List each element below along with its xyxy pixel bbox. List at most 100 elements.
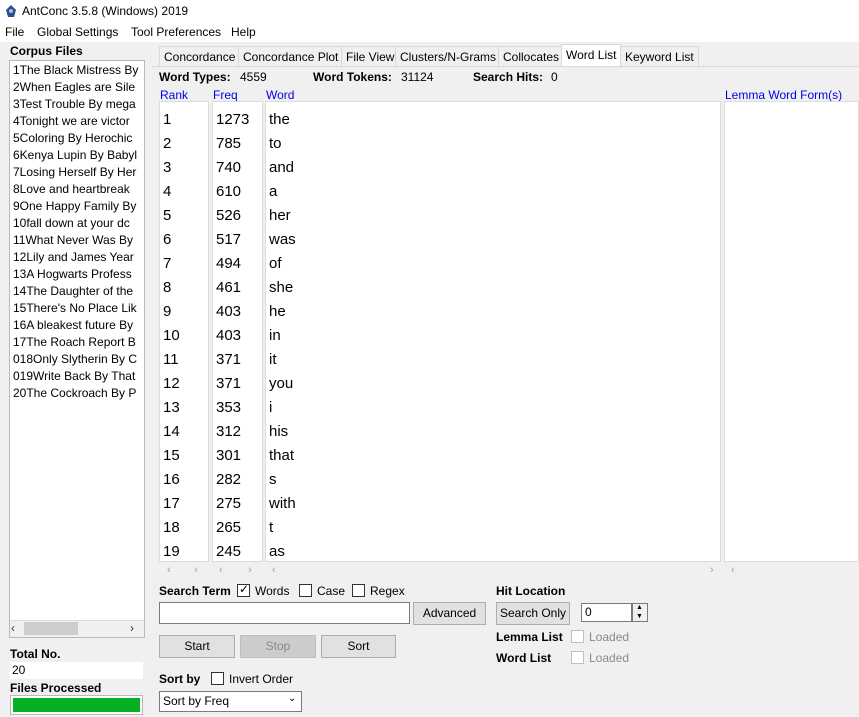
regex-checkbox[interactable]	[352, 584, 365, 597]
rank-cell[interactable]: 19	[163, 543, 180, 560]
list-item[interactable]: 16A bleakest future By	[13, 318, 141, 335]
rank-cell[interactable]: 17	[163, 495, 180, 512]
menu-file[interactable]: File	[5, 25, 24, 39]
freq-cell[interactable]: 353	[216, 399, 241, 416]
tab-word-list[interactable]: Word List	[561, 44, 622, 67]
column-header-freq[interactable]: Freq	[213, 88, 238, 102]
word-cell[interactable]: his	[269, 423, 288, 440]
word-cell[interactable]: she	[269, 279, 293, 296]
column-header-word[interactable]: Word	[266, 88, 294, 102]
lemma-loaded-checkbox[interactable]	[571, 630, 584, 643]
rank-cell[interactable]: 12	[163, 375, 180, 392]
word-cell[interactable]: he	[269, 303, 286, 320]
corpus-file-list[interactable]: 1The Black Mistress By 2When Eagles are …	[9, 60, 145, 638]
tab-file-view[interactable]: File View	[341, 46, 400, 67]
word-cell[interactable]: of	[269, 255, 282, 272]
freq-cell[interactable]: 371	[216, 375, 241, 392]
list-item[interactable]: 2When Eagles are Sile	[13, 80, 141, 97]
word-cell[interactable]: you	[269, 375, 293, 392]
rank-cell[interactable]: 15	[163, 447, 180, 464]
tab-collocates[interactable]: Collocates	[498, 46, 565, 67]
list-item[interactable]: 4Tonight we are victor	[13, 114, 141, 131]
invert-order-checkbox[interactable]	[211, 672, 224, 685]
word-cell[interactable]: the	[269, 111, 290, 128]
hit-location-spinner[interactable]: ▲ ▼	[632, 603, 648, 622]
menu-tool-preferences[interactable]: Tool Preferences	[131, 25, 221, 39]
rank-cell[interactable]: 7	[163, 255, 171, 272]
rank-cell[interactable]: 8	[163, 279, 171, 296]
rank-cell[interactable]: 18	[163, 519, 180, 536]
freq-cell[interactable]: 1273	[216, 111, 249, 128]
search-input[interactable]	[159, 602, 410, 624]
list-item[interactable]: 15There's No Place Lik	[13, 301, 141, 318]
list-item[interactable]: 13A Hogwarts Profess	[13, 267, 141, 284]
sort-by-select[interactable]: Sort by Freq	[159, 691, 302, 712]
freq-cell[interactable]: 275	[216, 495, 241, 512]
list-item[interactable]: 8Love and heartbreak	[13, 182, 141, 199]
freq-column[interactable]: 1273 785 740 610 526 517 494 461 403 403 371 371 353…	[212, 101, 263, 562]
word-cell[interactable]: her	[269, 207, 291, 224]
tab-concordance-plot[interactable]: Concordance Plot	[238, 46, 344, 67]
word-cell[interactable]: i	[269, 399, 272, 416]
sort-button[interactable]: Sort	[321, 635, 396, 658]
word-cell[interactable]: and	[269, 159, 294, 176]
rank-cell[interactable]: 5	[163, 207, 171, 224]
scroll-right-icon[interactable]: ›	[194, 564, 198, 576]
scroll-left-icon[interactable]: ‹	[11, 621, 15, 635]
list-item[interactable]: 12Lily and James Year	[13, 250, 141, 267]
word-cell[interactable]: to	[269, 135, 282, 152]
column-header-lemma[interactable]: Lemma Word Form(s)	[725, 88, 842, 102]
word-cell[interactable]: s	[269, 471, 277, 488]
case-checkbox[interactable]	[299, 584, 312, 597]
spin-down-icon[interactable]: ▼	[636, 613, 643, 620]
list-item[interactable]: 17The Roach Report B	[13, 335, 141, 352]
rank-cell[interactable]: 10	[163, 327, 180, 344]
list-item[interactable]: 9One Happy Family By	[13, 199, 141, 216]
freq-cell[interactable]: 371	[216, 351, 241, 368]
column-header-rank[interactable]: Rank	[160, 88, 188, 102]
freq-cell[interactable]: 312	[216, 423, 241, 440]
freq-cell[interactable]: 245	[216, 543, 241, 560]
rank-cell[interactable]: 11	[163, 351, 179, 368]
freq-cell[interactable]: 265	[216, 519, 241, 536]
freq-cell[interactable]: 301	[216, 447, 241, 464]
list-item[interactable]: 5Coloring By Herochic	[13, 131, 141, 148]
scroll-left-icon[interactable]: ‹	[167, 564, 171, 576]
word-cell[interactable]: it	[269, 351, 277, 368]
word-cell[interactable]: a	[269, 183, 277, 200]
list-item[interactable]: 14The Daughter of the	[13, 284, 141, 301]
word-cell[interactable]: as	[269, 543, 285, 560]
spin-up-icon[interactable]: ▲	[636, 604, 643, 611]
word-cell[interactable]: was	[269, 231, 296, 248]
rank-cell[interactable]: 9	[163, 303, 171, 320]
tab-clusters-ngrams[interactable]: Clusters/N-Grams	[395, 46, 502, 67]
chevron-down-icon[interactable]: ⌄	[288, 693, 296, 704]
tab-keyword-list[interactable]: Keyword List	[620, 46, 699, 67]
freq-cell[interactable]: 785	[216, 135, 241, 152]
rank-cell[interactable]: 1	[163, 111, 171, 128]
freq-cell[interactable]: 610	[216, 183, 241, 200]
rank-cell[interactable]: 16	[163, 471, 180, 488]
tab-concordance[interactable]: Concordance	[159, 46, 241, 67]
rank-cell[interactable]: 6	[163, 231, 171, 248]
menu-global-settings[interactable]: Global Settings	[37, 25, 118, 39]
scroll-left-icon[interactable]: ‹	[731, 564, 735, 576]
list-item[interactable]: 018Only Slytherin By C	[13, 352, 141, 369]
list-item[interactable]: 10fall down at your dc	[13, 216, 141, 233]
freq-cell[interactable]: 740	[216, 159, 241, 176]
freq-cell[interactable]: 526	[216, 207, 241, 224]
lemma-column[interactable]	[724, 101, 859, 562]
scroll-right-icon[interactable]: ›	[130, 621, 134, 635]
freq-cell[interactable]: 494	[216, 255, 241, 272]
rank-cell[interactable]: 13	[163, 399, 180, 416]
list-item[interactable]: 11What Never Was By	[13, 233, 141, 250]
rank-cell[interactable]: 3	[163, 159, 171, 176]
list-item[interactable]: 1The Black Mistress By	[13, 63, 141, 80]
word-cell[interactable]: t	[269, 519, 273, 536]
words-checkbox[interactable]: ✓	[237, 582, 250, 597]
corpus-scroll-thumb[interactable]	[24, 622, 78, 635]
freq-cell[interactable]: 403	[216, 303, 241, 320]
rank-cell[interactable]: 4	[163, 183, 171, 200]
list-item[interactable]: 3Test Trouble By mega	[13, 97, 141, 114]
start-button[interactable]: Start	[159, 635, 235, 658]
